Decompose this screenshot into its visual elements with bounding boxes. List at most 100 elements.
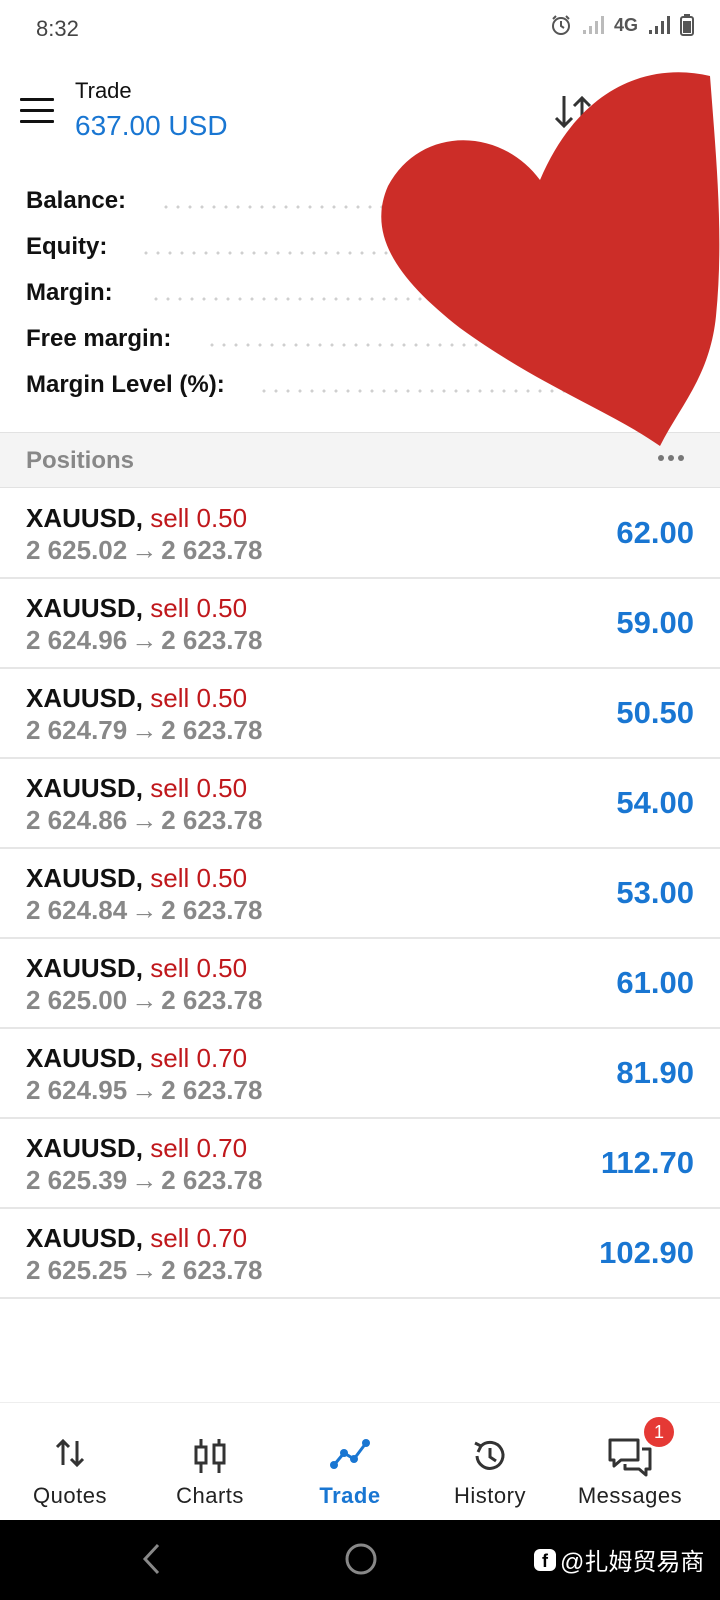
arrow-right-icon: → (131, 1075, 158, 1105)
arrow-right-icon: → (131, 805, 158, 835)
nav-label: History (454, 1483, 526, 1508)
position-row[interactable]: XAUUSD, sell 0.50 2 625.00 → 2 623.78 61.0… (0, 939, 720, 1029)
network-type: 4G (613, 14, 638, 35)
position-symbol: XAUUSD (26, 773, 136, 803)
position-symbol: XAUUSD (26, 683, 136, 713)
position-row[interactable]: XAUUSD, sell 0.70 2 625.25 → 2 623.78 102.… (0, 1209, 720, 1299)
position-current-price: 2 623.78 (161, 1165, 263, 1195)
position-current-price: 2 623.78 (161, 1075, 263, 1105)
summary-label: Margin Level (%): (26, 371, 235, 399)
position-side: sell 0.70 (150, 1223, 248, 1253)
position-open-price: 2 624.86 (26, 805, 128, 835)
bottom-nav: Quotes Charts Trade History 1 Messages (0, 1402, 720, 1520)
position-symbol: XAUUSD (26, 593, 136, 623)
position-symbol: XAUUSD (26, 1043, 136, 1073)
position-current-price: 2 623.78 (161, 535, 263, 565)
account-balance: 637.00 USD (75, 110, 228, 141)
facebook-icon: f (534, 1548, 556, 1571)
alarm-icon (550, 14, 572, 36)
position-open-price: 2 625.25 (26, 1255, 128, 1285)
arrow-right-icon: → (131, 895, 158, 925)
position-side: sell 0.50 (150, 953, 248, 983)
position-profit: 112.70 (600, 1145, 694, 1180)
arrow-right-icon: → (131, 625, 158, 655)
position-row[interactable]: XAUUSD, sell 0.50 2 624.86 → 2 623.78 54.0… (0, 759, 720, 849)
sort-icon[interactable] (552, 92, 596, 137)
back-icon[interactable] (140, 1542, 164, 1581)
trade-icon (330, 1437, 370, 1476)
arrow-right-icon: → (131, 1165, 158, 1195)
summary-row-free-margin: Free margin: (0, 316, 720, 362)
position-profit: 81.90 (616, 1055, 694, 1090)
signal-weak-icon (582, 15, 604, 35)
status-time: 8:32 (36, 16, 79, 41)
position-current-price: 2 623.78 (161, 625, 263, 655)
position-side: sell 0.70 (150, 1043, 248, 1073)
summary-row-margin: Margin: (0, 270, 720, 316)
summary-label: Equity: (26, 233, 118, 261)
position-open-price: 2 624.95 (26, 1075, 128, 1105)
nav-trade[interactable]: Trade (280, 1403, 420, 1521)
summary-row-equity: Equity: (0, 224, 720, 270)
summary-label: Free margin: (26, 325, 182, 353)
position-current-price: 2 623.78 (161, 1255, 263, 1285)
nav-quotes[interactable]: Quotes (0, 1403, 140, 1521)
quotes-icon (53, 1437, 87, 1474)
signal-icon (648, 15, 670, 35)
nav-label: Quotes (33, 1483, 107, 1508)
position-row[interactable]: XAUUSD, sell 0.50 2 624.96 → 2 623.78 59.0… (0, 579, 720, 669)
position-current-price: 2 623.78 (161, 715, 263, 745)
position-row[interactable]: XAUUSD, sell 0.70 2 624.95 → 2 623.78 81.9… (0, 1029, 720, 1119)
position-open-price: 2 625.00 (26, 985, 128, 1015)
summary-row-balance: Balance: (0, 178, 720, 224)
position-row[interactable]: XAUUSD, sell 0.70 2 625.39 → 2 623.78 112.… (0, 1119, 720, 1209)
position-profit: 54.00 (616, 785, 694, 820)
summary-label: Margin: (26, 279, 123, 307)
positions-title: Positions (26, 447, 135, 474)
arrow-right-icon: → (131, 985, 158, 1015)
position-open-price: 2 625.39 (26, 1165, 128, 1195)
positions-header: Positions (0, 432, 720, 488)
menu-icon[interactable] (20, 98, 54, 124)
history-icon (471, 1437, 509, 1480)
position-current-price: 2 623.78 (161, 895, 263, 925)
position-current-price: 2 623.78 (161, 985, 263, 1015)
position-open-price: 2 624.79 (26, 715, 128, 745)
position-profit: 61.00 (616, 965, 694, 1000)
more-options-icon[interactable] (658, 455, 684, 461)
position-side: sell 0.50 (150, 503, 248, 533)
watermark: f @扎姆贸易商 (534, 1542, 704, 1577)
position-profit: 62.00 (616, 515, 694, 550)
nav-messages[interactable]: 1 Messages (560, 1403, 700, 1521)
position-open-price: 2 625.02 (26, 535, 128, 565)
position-row[interactable]: XAUUSD, sell 0.50 2 624.79 → 2 623.78 50.5… (0, 669, 720, 759)
position-row[interactable]: XAUUSD, sell 0.50 2 625.02 → 2 623.78 62.0… (0, 489, 720, 579)
position-symbol: XAUUSD (26, 863, 136, 893)
position-profit: 102.90 (599, 1235, 694, 1270)
summary-label: Balance: (26, 187, 137, 215)
position-symbol: XAUUSD (26, 953, 136, 983)
app-header: Trade 637.00 USD (0, 62, 720, 162)
position-profit: 50.50 (616, 695, 694, 730)
position-open-price: 2 624.96 (26, 625, 128, 655)
status-icons: 4G (550, 14, 694, 36)
arrow-right-icon: → (131, 1255, 158, 1285)
nav-charts[interactable]: Charts (140, 1403, 280, 1521)
system-nav-bar: f @扎姆贸易商 (0, 1520, 720, 1600)
nav-label: Charts (176, 1483, 244, 1508)
nav-label: Messages (577, 1483, 683, 1508)
positions-list: XAUUSD, sell 0.50 2 625.02 → 2 623.78 62.0… (0, 489, 720, 1299)
position-symbol: XAUUSD (26, 1133, 136, 1163)
messages-icon (607, 1437, 653, 1482)
position-side: sell 0.50 (150, 593, 248, 623)
home-icon[interactable] (344, 1542, 378, 1581)
summary-row-margin-level: Margin Level (%): (0, 362, 720, 408)
position-row[interactable]: XAUUSD, sell 0.50 2 624.84 → 2 623.78 53.0… (0, 849, 720, 939)
position-profit: 53.00 (616, 875, 694, 910)
account-summary: Balance: Equity: Margin: Free margin: Ma… (0, 178, 720, 408)
position-side: sell 0.70 (150, 1133, 248, 1163)
position-open-price: 2 624.84 (26, 895, 128, 925)
arrow-right-icon: → (131, 715, 158, 745)
nav-history[interactable]: History (420, 1403, 560, 1521)
unread-badge: 1 (644, 1417, 674, 1447)
